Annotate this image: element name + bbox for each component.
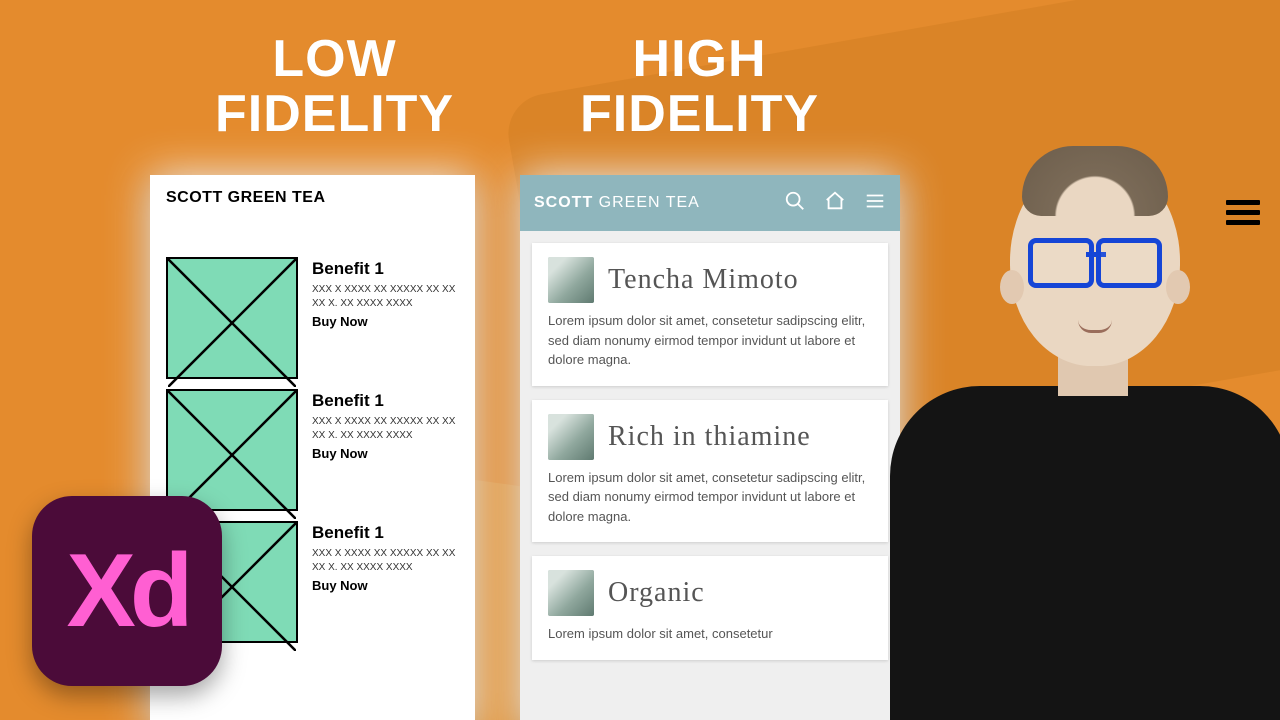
search-icon[interactable] xyxy=(784,190,806,217)
hifi-card[interactable]: Rich in thiamine Lorem ipsum dolor sit a… xyxy=(532,400,888,543)
product-thumb-icon xyxy=(548,414,594,460)
lowfi-item-title: Benefit 1 xyxy=(312,391,459,411)
presenter-photo xyxy=(850,110,1280,720)
heading-low-fidelity: LOW FIDELITY xyxy=(215,32,454,141)
lowfi-item: Benefit 1 XXX X XXXX XX XXXXX XX XX XX X… xyxy=(166,257,459,379)
lowfi-item-body: XXX X XXXX XX XXXXX XX XX XX X. XX XXXX … xyxy=(312,283,459,310)
hifi-card-title: Rich in thiamine xyxy=(608,421,811,453)
lowfi-item-body: XXX X XXXX XX XXXXX XX XX XX X. XX XXXX … xyxy=(312,547,459,574)
heading-text: LOW xyxy=(272,30,396,88)
hifi-card-title: Tencha Mimoto xyxy=(608,264,799,296)
lowfi-brand: SCOTT GREEN TEA xyxy=(166,189,459,207)
thumbnail-stage: LOW FIDELITY HIGH FIDELITY SCOTT GREEN T… xyxy=(0,0,1280,720)
lowfi-item: Benefit 1 XXX X XXXX XX XXXXX XX XX XX X… xyxy=(166,389,459,511)
hifi-card-title: Organic xyxy=(608,577,705,609)
buy-now-button[interactable]: Buy Now xyxy=(312,446,459,461)
hifi-mockup: SCOTT GREEN TEA Tencha Mimoto Lorem ipsu… xyxy=(520,175,900,720)
heading-text: HIGH xyxy=(633,30,767,88)
product-thumb-icon xyxy=(548,257,594,303)
heading-high-fidelity: HIGH FIDELITY xyxy=(580,32,819,141)
lowfi-item-title: Benefit 1 xyxy=(312,259,459,279)
hifi-card-body: Lorem ipsum dolor sit amet, consetetur s… xyxy=(548,468,872,527)
heading-text: FIDELITY xyxy=(580,85,819,143)
placeholder-image-icon xyxy=(166,389,298,511)
home-icon[interactable] xyxy=(824,190,846,217)
hifi-card[interactable]: Organic Lorem ipsum dolor sit amet, cons… xyxy=(532,556,888,660)
hifi-appbar: SCOTT GREEN TEA xyxy=(520,175,900,231)
hifi-card-body: Lorem ipsum dolor sit amet, consetetur xyxy=(548,624,872,644)
hifi-brand-bold: SCOTT xyxy=(534,194,593,211)
lowfi-item-title: Benefit 1 xyxy=(312,523,459,543)
hifi-card-body: Lorem ipsum dolor sit amet, consetetur s… xyxy=(548,311,872,370)
buy-now-button[interactable]: Buy Now xyxy=(312,314,459,329)
hifi-card[interactable]: Tencha Mimoto Lorem ipsum dolor sit amet… xyxy=(532,243,888,386)
hifi-card-list: Tencha Mimoto Lorem ipsum dolor sit amet… xyxy=(520,231,900,672)
heading-text: FIDELITY xyxy=(215,85,454,143)
hifi-brand-light: GREEN TEA xyxy=(593,194,700,211)
buy-now-button[interactable]: Buy Now xyxy=(312,578,459,593)
lowfi-item-body: XXX X XXXX XX XXXXX XX XX XX X. XX XXXX … xyxy=(312,415,459,442)
adobe-xd-logo-icon: Xd xyxy=(32,496,222,686)
hifi-brand: SCOTT GREEN TEA xyxy=(534,194,700,212)
product-thumb-icon xyxy=(548,570,594,616)
xd-label: Xd xyxy=(67,532,188,651)
placeholder-image-icon xyxy=(166,257,298,379)
